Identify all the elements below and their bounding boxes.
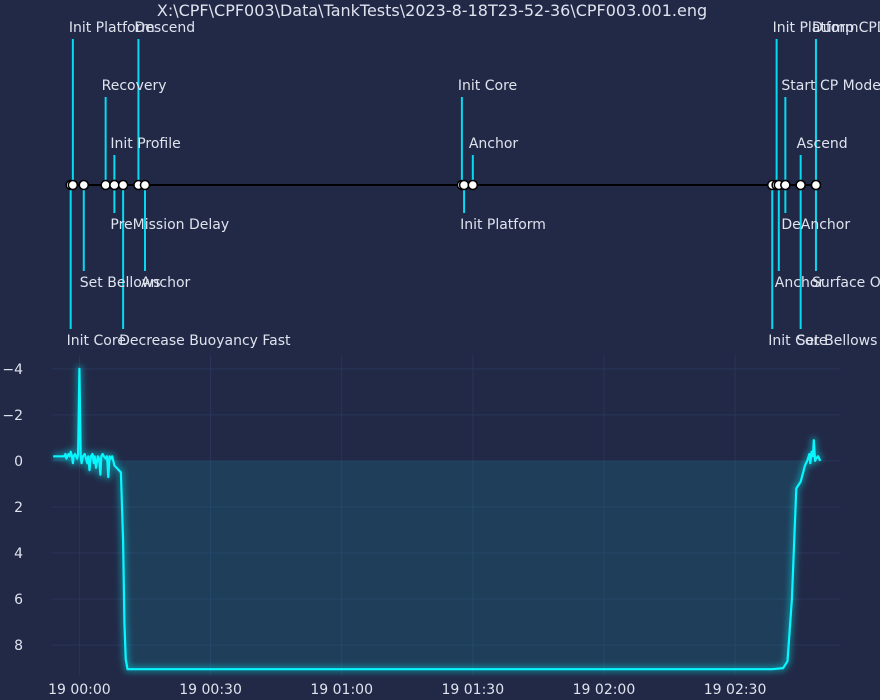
event-label: Init Core — [458, 78, 517, 94]
event-label: DeAnchor — [781, 217, 850, 233]
event-label: Recovery — [102, 78, 167, 94]
event-label: Anchor — [469, 136, 519, 152]
y-tick-label: −4 — [2, 362, 23, 378]
event-label: Init Profile — [110, 136, 180, 152]
event-marker — [78, 179, 90, 191]
y-tick-label: 0 — [14, 454, 23, 470]
y-tick-label: 4 — [14, 546, 23, 562]
y-tick-label: 2 — [14, 500, 23, 516]
x-tick-label: 19 01:30 — [442, 682, 505, 698]
event-label: Init Core — [67, 333, 126, 349]
event-label: Decrease Buoyancy Fast — [119, 333, 291, 349]
y-tick-label: −2 — [2, 408, 23, 424]
event-label: Start CP Mode — [781, 78, 880, 94]
event-marker — [117, 179, 129, 191]
event-timeline: Init Core Init Platform Set Bellows Recover… — [65, 20, 880, 349]
event-marker — [467, 179, 479, 191]
event-marker — [810, 179, 822, 191]
event-label: Anchor — [141, 275, 191, 291]
event-label: Set Bellows — [797, 333, 878, 349]
event-marker — [109, 179, 120, 191]
y-tick-label: 8 — [14, 638, 23, 654]
event-label: PreMission Delay — [110, 217, 229, 233]
x-tick-label: 19 02:30 — [704, 682, 767, 698]
depth-chart: 19 00:00 19 00:30 19 01:00 19 01:30 19 02:00… — [2, 355, 840, 698]
event-marker — [458, 179, 470, 191]
event-marker — [795, 179, 806, 191]
event-marker — [100, 179, 111, 191]
depth-area-fill — [53, 368, 821, 670]
x-tick-label: 19 01:00 — [310, 682, 373, 698]
event-marker — [67, 179, 79, 191]
figure-canvas: X:\CPF\CPF003\Data\TankTests\2023-8-18T2… — [2, 1, 880, 698]
event-label: Ascend — [797, 136, 848, 152]
y-tick-label: 6 — [14, 592, 23, 608]
x-tick-label: 19 00:00 — [48, 682, 111, 698]
event-label: Descend — [134, 20, 195, 36]
chart-title: X:\CPF\CPF003\Data\TankTests\2023-8-18T2… — [157, 1, 707, 20]
x-tick-label: 19 00:30 — [179, 682, 242, 698]
event-label: Surface Ops — [812, 275, 880, 291]
event-marker — [139, 179, 151, 191]
event-label: Dump CPData — [812, 20, 880, 36]
event-marker — [780, 179, 791, 191]
event-label: Init Platform — [460, 217, 546, 233]
x-tick-label: 19 02:00 — [573, 682, 636, 698]
